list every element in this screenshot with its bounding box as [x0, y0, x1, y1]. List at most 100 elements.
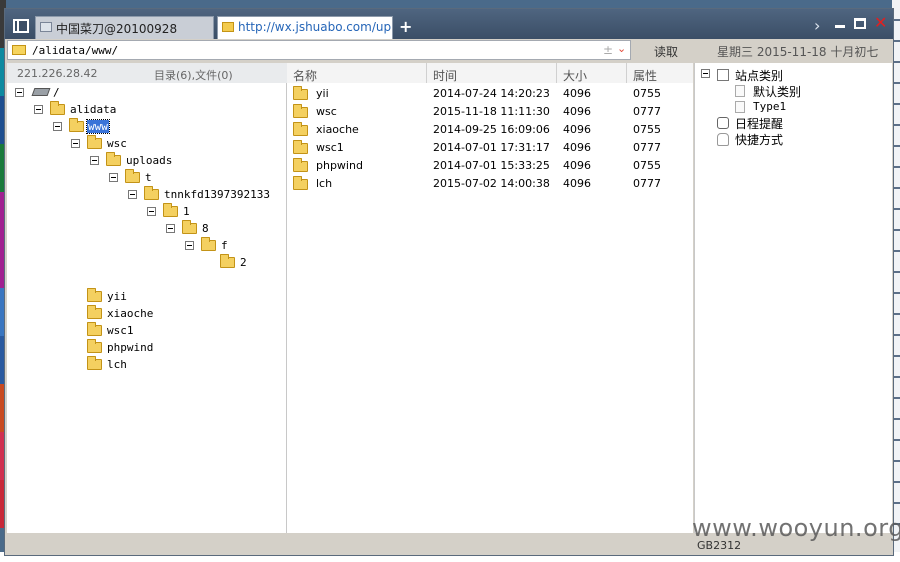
- tab-label: 中国菜刀@20100928: [56, 22, 178, 36]
- file-name: wsc1: [316, 141, 344, 154]
- collapse-icon[interactable]: [53, 122, 62, 131]
- read-button[interactable]: 读取: [635, 40, 697, 60]
- tree-node-label: 1: [183, 205, 190, 218]
- category-box-icon: [717, 69, 729, 81]
- chevron-down-icon[interactable]: ⌄: [617, 42, 626, 55]
- column-header-attr[interactable]: 属性: [627, 63, 693, 83]
- file-attr: 0755: [633, 87, 661, 100]
- file-size: 4096: [563, 141, 591, 154]
- file-name: wsc: [316, 105, 337, 118]
- tree-node-label: /: [53, 86, 60, 99]
- table-row[interactable]: xiaoche 2014-09-25 16:09:06 4096 0755: [287, 121, 693, 139]
- collapse-icon[interactable]: [701, 69, 710, 78]
- folder-icon: [106, 152, 121, 166]
- new-tab-button[interactable]: +: [399, 17, 412, 36]
- folder-icon: [293, 158, 308, 172]
- shortcuts-label: 快捷方式: [735, 133, 784, 147]
- tree-node-label: lch: [107, 358, 127, 371]
- folder-icon: [201, 237, 216, 251]
- column-header-time[interactable]: 时间: [427, 63, 557, 83]
- folder-icon: [220, 254, 235, 268]
- table-row[interactable]: lch 2015-07-02 14:00:38 4096 0777: [287, 175, 693, 193]
- table-row[interactable]: yii 2014-07-24 14:20:23 4096 0755: [287, 85, 693, 103]
- date-display: 星期三 2015-11-18 十月初七: [717, 45, 879, 59]
- tree-node-label: yii: [107, 290, 127, 303]
- folder-icon: [293, 104, 308, 118]
- folder-icon: [87, 339, 102, 353]
- folder-icon: [87, 305, 102, 319]
- type1-label: Type1: [753, 100, 787, 113]
- tree-node-label: f: [221, 239, 228, 252]
- file-time: 2014-07-01 15:33:25: [433, 159, 550, 172]
- table-row[interactable]: wsc1 2014-07-01 17:31:17 4096 0777: [287, 139, 693, 157]
- plus-minus-icon[interactable]: ±: [603, 43, 613, 57]
- default-category-node[interactable]: 默认类别: [735, 83, 885, 99]
- document-icon: [735, 101, 745, 113]
- folder-icon: [69, 118, 84, 132]
- table-row[interactable]: wsc 2015-11-18 11:11:30 4096 0777: [287, 103, 693, 121]
- server-ip: 221.226.28.42: [17, 67, 98, 80]
- collapse-icon[interactable]: [71, 139, 80, 148]
- folder-icon: [87, 135, 102, 149]
- tree-node-label: www: [86, 119, 110, 134]
- file-attr: 0777: [633, 105, 661, 118]
- minimize-button[interactable]: [835, 25, 845, 28]
- table-row[interactable]: phpwind 2014-07-01 15:33:25 4096 0755: [287, 157, 693, 175]
- file-time: 2015-11-18 11:11:30: [433, 105, 550, 118]
- tree-node-label: phpwind: [107, 341, 154, 354]
- collapse-icon[interactable]: [15, 88, 24, 97]
- file-name: yii: [316, 87, 329, 100]
- collapse-icon[interactable]: [34, 105, 43, 114]
- folder-icon: [293, 140, 308, 154]
- file-size: 4096: [563, 87, 591, 100]
- folder-icon: [125, 169, 140, 183]
- tree-node-label: t: [145, 171, 152, 184]
- type1-node[interactable]: Type1: [735, 99, 885, 115]
- schedule-label: 日程提醒: [735, 117, 784, 131]
- tab-bar: 中国菜刀@20100928 http://wx.jshuabo.com/uplo…: [5, 9, 893, 39]
- hand-icon: [717, 133, 729, 146]
- default-category-label: 默认类别: [753, 85, 802, 99]
- column-header-size[interactable]: 大小: [557, 63, 627, 83]
- site-category-label: 站点类别: [735, 69, 784, 83]
- collapse-icon[interactable]: [185, 241, 194, 250]
- collapse-icon[interactable]: [166, 224, 175, 233]
- file-attr: 0755: [633, 159, 661, 172]
- folder-icon: [293, 176, 308, 190]
- tab-label: http://wx.jshuabo.com/uploa...: [238, 20, 392, 34]
- tab-target-url[interactable]: http://wx.jshuabo.com/uploa...: [217, 16, 393, 39]
- app-menu-icon[interactable]: [13, 19, 29, 33]
- tree-node-label: xiaoche: [107, 307, 154, 320]
- folder-icon: [222, 22, 234, 32]
- item-count: 目录(6),文件(0): [154, 69, 233, 82]
- collapse-icon[interactable]: [147, 207, 156, 216]
- close-button[interactable]: ✕: [874, 13, 887, 32]
- tree-node-label: alidata: [70, 103, 117, 116]
- shortcuts-node[interactable]: 快捷方式: [717, 131, 887, 147]
- folder-icon: [87, 288, 102, 302]
- site-category-node[interactable]: 站点类别: [701, 67, 891, 83]
- chevron-right-icon[interactable]: ›: [814, 16, 820, 35]
- tree-node-label: tnnkfd1397392133: [164, 188, 270, 201]
- tree-header: 221.226.28.42 目录(6),文件(0): [7, 63, 287, 83]
- tree-node-label: wsc1: [107, 324, 134, 337]
- file-name: lch: [316, 177, 333, 190]
- schedule-node[interactable]: 日程提醒: [717, 115, 887, 131]
- collapse-icon[interactable]: [128, 190, 137, 199]
- folder-icon: [12, 45, 26, 55]
- watermark: www.wooyun.org: [692, 514, 900, 542]
- collapse-icon[interactable]: [90, 156, 99, 165]
- folder-icon: [293, 86, 308, 100]
- file-attr: 0777: [633, 177, 661, 190]
- column-header-name[interactable]: 名称: [287, 63, 427, 83]
- path-input[interactable]: /alidata/www/ ± ⌄: [7, 40, 631, 60]
- tree-node-label: wsc: [107, 137, 127, 150]
- file-time: 2014-07-24 14:20:23: [433, 87, 550, 100]
- folder-icon: [87, 356, 102, 370]
- folder-icon: [144, 186, 159, 200]
- clock-icon: [717, 117, 729, 129]
- folder-icon: [182, 220, 197, 234]
- collapse-icon[interactable]: [109, 173, 118, 182]
- tab-chopper[interactable]: 中国菜刀@20100928: [35, 16, 214, 39]
- maximize-button[interactable]: [854, 18, 866, 29]
